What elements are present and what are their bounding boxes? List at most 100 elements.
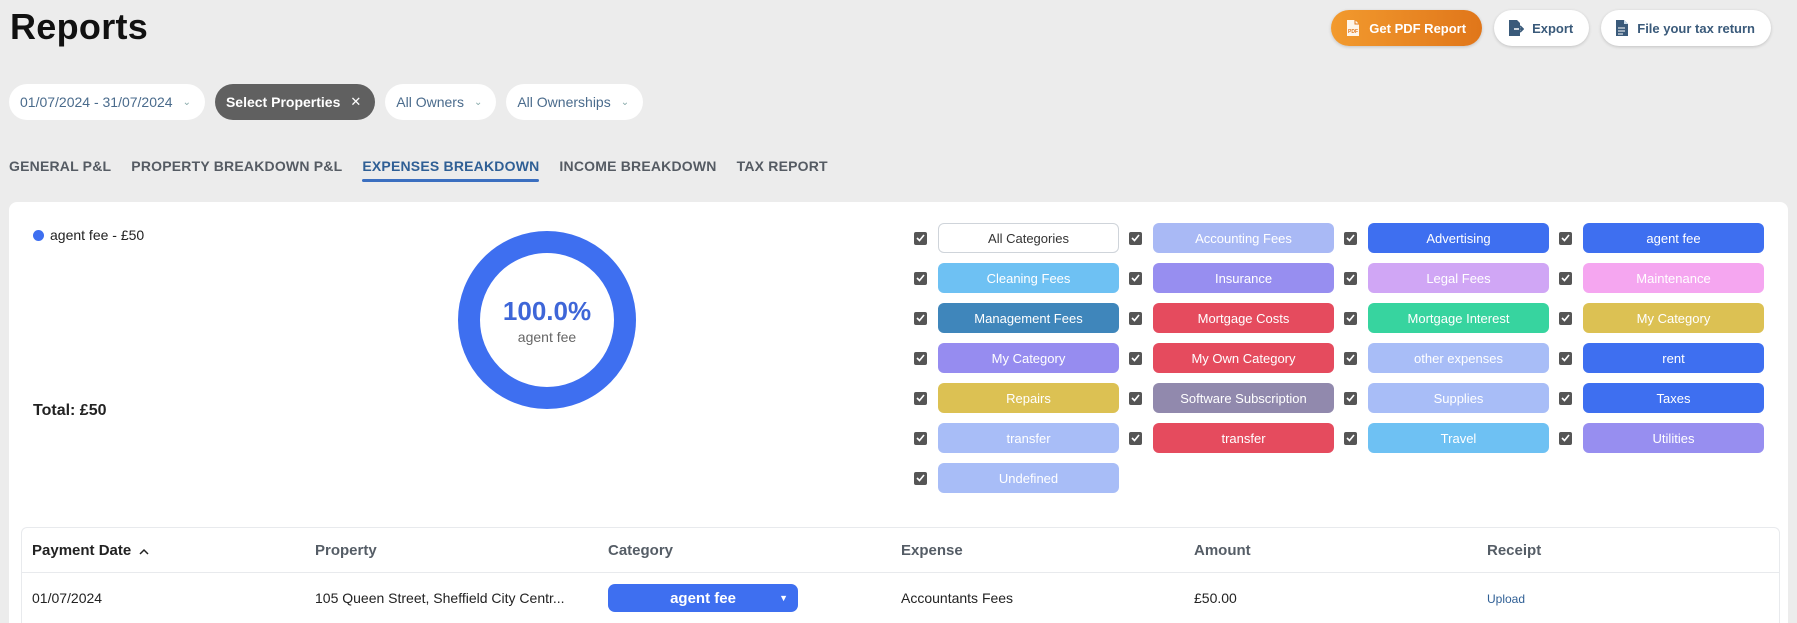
category-chip[interactable]: agent fee [1583, 223, 1764, 253]
category-checkbox[interactable] [914, 351, 927, 365]
category-chip[interactable]: other expenses [1368, 343, 1549, 373]
checkmark-icon [1346, 274, 1355, 282]
category-checkbox[interactable] [1129, 351, 1142, 365]
category-checkbox[interactable] [1344, 271, 1357, 285]
category-checkbox[interactable] [1129, 431, 1142, 445]
category-chip[interactable]: Cleaning Fees [938, 263, 1119, 293]
chevron-down-icon: ⌄ [620, 96, 630, 108]
donut-center: 100.0% agent fee [457, 230, 637, 410]
category-checkbox[interactable] [914, 271, 927, 285]
get-pdf-report-button[interactable]: PDF Get PDF Report [1331, 10, 1483, 46]
checkmark-icon [1131, 234, 1140, 242]
checkmark-icon [916, 474, 925, 482]
column-expense[interactable]: Expense [901, 542, 1194, 559]
category-chip[interactable]: transfer [938, 423, 1119, 453]
category-chip[interactable]: Software Subscription [1153, 383, 1334, 413]
chevron-down-icon: ⌄ [473, 96, 483, 108]
column-property[interactable]: Property [315, 542, 608, 559]
category-checkbox[interactable] [1559, 311, 1572, 325]
category-select[interactable]: agent fee ▼ [608, 584, 798, 612]
category-checkbox[interactable] [1129, 311, 1142, 325]
tab-property-breakdown-pl[interactable]: PROPERTY BREAKDOWN P&L [131, 158, 342, 182]
category-checkbox[interactable] [914, 431, 927, 445]
tab-expenses-breakdown[interactable]: EXPENSES BREAKDOWN [362, 158, 540, 182]
column-payment-date[interactable]: Payment Date [22, 542, 315, 559]
category-chip[interactable]: Accounting Fees [1153, 223, 1334, 253]
category-checkbox[interactable] [914, 231, 927, 245]
category-checkbox[interactable] [1129, 271, 1142, 285]
category-chip[interactable]: Insurance [1153, 263, 1334, 293]
category-checkbox[interactable] [1344, 431, 1357, 445]
tab-tax-report[interactable]: TAX REPORT [737, 158, 828, 182]
owners-filter-label: All Owners [396, 94, 464, 110]
category-chip[interactable]: rent [1583, 343, 1764, 373]
category-checkbox[interactable] [1559, 391, 1572, 405]
category-filter-item: Advertising [1344, 223, 1559, 253]
export-button[interactable]: Export [1494, 10, 1590, 46]
close-icon[interactable]: ✕ [350, 94, 361, 110]
category-chip[interactable]: All Categories [938, 223, 1119, 253]
file-tax-return-button[interactable]: File your tax return [1601, 10, 1771, 46]
category-chip[interactable]: Supplies [1368, 383, 1549, 413]
category-checkbox[interactable] [914, 311, 927, 325]
category-checkbox[interactable] [914, 471, 927, 485]
export-label: Export [1532, 20, 1574, 36]
ownerships-filter[interactable]: All Ownerships ⌄ [506, 84, 644, 120]
category-checkbox[interactable] [1129, 391, 1142, 405]
category-checkbox[interactable] [1344, 391, 1357, 405]
owners-filter[interactable]: All Owners ⌄ [385, 84, 497, 120]
column-payment-date-label: Payment Date [32, 541, 132, 559]
category-filter-item: Insurance [1129, 263, 1344, 293]
checkmark-icon [1346, 434, 1355, 442]
category-checkbox[interactable] [1559, 351, 1572, 365]
category-checkbox[interactable] [1559, 231, 1572, 245]
checkmark-icon [1131, 314, 1140, 322]
category-checkbox[interactable] [914, 391, 927, 405]
column-category[interactable]: Category [608, 542, 901, 559]
top-actions: PDF Get PDF Report Export File your tax … [1331, 10, 1771, 46]
file-tax-return-label: File your tax return [1637, 20, 1755, 36]
category-chip[interactable]: Repairs [938, 383, 1119, 413]
caret-down-icon: ▼ [779, 593, 788, 603]
category-chip[interactable]: My Category [938, 343, 1119, 373]
category-chip[interactable]: transfer [1153, 423, 1334, 453]
sort-ascending-icon[interactable] [139, 542, 149, 559]
category-chip[interactable]: Utilities [1583, 423, 1764, 453]
upload-receipt-link[interactable]: Upload [1487, 592, 1525, 606]
table-row[interactable]: 01/07/2024 105 Queen Street, Sheffield C… [22, 573, 1779, 623]
checkmark-icon [916, 274, 925, 282]
category-chip[interactable]: Taxes [1583, 383, 1764, 413]
category-chip[interactable]: Maintenance [1583, 263, 1764, 293]
expenses-breakdown-card: agent fee - £50 100.0% agent fee Total: … [9, 202, 1788, 623]
category-chip[interactable]: Travel [1368, 423, 1549, 453]
category-chip[interactable]: Mortgage Costs [1153, 303, 1334, 333]
category-chip[interactable]: My Category [1583, 303, 1764, 333]
tab-income-breakdown[interactable]: INCOME BREAKDOWN [559, 158, 716, 182]
category-checkbox[interactable] [1559, 271, 1572, 285]
category-checkbox[interactable] [1344, 351, 1357, 365]
category-chip[interactable]: Undefined [938, 463, 1119, 493]
category-checkbox[interactable] [1344, 231, 1357, 245]
category-chip[interactable]: My Own Category [1153, 343, 1334, 373]
properties-filter-label: Select Properties [225, 94, 341, 110]
category-filter-item: other expenses [1344, 343, 1559, 373]
expenses-table: Payment Date Property Category Expense A… [21, 527, 1780, 623]
category-checkbox[interactable] [1344, 311, 1357, 325]
category-filter-item: rent [1559, 343, 1774, 373]
checkmark-icon [916, 354, 925, 362]
category-chip[interactable]: Advertising [1368, 223, 1549, 253]
category-checkbox[interactable] [1559, 431, 1572, 445]
category-chip[interactable]: Legal Fees [1368, 263, 1549, 293]
filter-bar: 01/07/2024 - 31/07/2024 ⌄ Select Propert… [9, 84, 644, 120]
category-checkbox[interactable] [1129, 231, 1142, 245]
tab-general-pl[interactable]: GENERAL P&L [9, 158, 111, 182]
column-amount[interactable]: Amount [1194, 542, 1487, 559]
properties-filter[interactable]: Select Properties ✕ [214, 84, 376, 120]
date-range-filter[interactable]: 01/07/2024 - 31/07/2024 ⌄ [9, 84, 205, 120]
category-chip[interactable]: Management Fees [938, 303, 1119, 333]
category-filter-item: Supplies [1344, 383, 1559, 413]
category-select-value: agent fee [670, 589, 736, 607]
column-receipt: Receipt [1487, 541, 1542, 559]
category-chip[interactable]: Mortgage Interest [1368, 303, 1549, 333]
checkmark-icon [1561, 354, 1570, 362]
